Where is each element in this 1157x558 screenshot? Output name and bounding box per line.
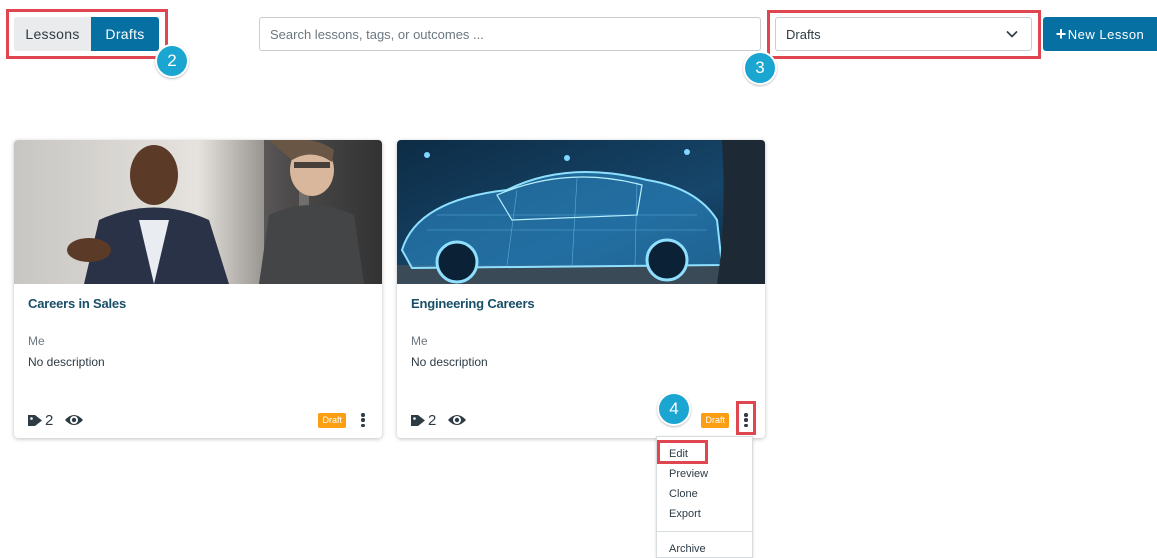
- lesson-card-title[interactable]: Careers in Sales: [28, 296, 126, 311]
- tag-count: 2: [428, 411, 437, 429]
- tag-icon: [28, 414, 42, 426]
- eye-icon[interactable]: [447, 412, 467, 428]
- new-lesson-button[interactable]: + New Lesson: [1043, 17, 1157, 51]
- lesson-card-title[interactable]: Engineering Careers: [411, 296, 535, 311]
- step-callout-4: 4: [657, 392, 691, 426]
- lessons-drafts-toggle: Lessons Drafts: [14, 17, 159, 51]
- status-badge: Draft: [318, 412, 346, 428]
- menu-item-edit[interactable]: Edit: [669, 448, 688, 460]
- tag-icon: [411, 414, 425, 426]
- lesson-card-description: No description: [411, 355, 488, 369]
- menu-item-export[interactable]: Export: [669, 508, 701, 520]
- menu-item-archive[interactable]: Archive: [669, 543, 706, 555]
- drafts-toggle-button[interactable]: Drafts: [91, 17, 159, 51]
- lesson-card-image: [397, 140, 765, 284]
- status-filter-value: Drafts: [786, 26, 821, 42]
- lesson-card-footer: 2 Draft: [28, 410, 370, 430]
- lesson-card-image: [14, 140, 382, 284]
- chevron-down-icon: [1006, 30, 1018, 38]
- tag-count: 2: [45, 411, 54, 429]
- eye-icon[interactable]: [64, 412, 84, 428]
- lesson-card[interactable]: Careers in Sales Me No description 2 Dra…: [14, 140, 382, 438]
- lessons-toggle-button[interactable]: Lessons: [14, 17, 91, 51]
- plus-icon: +: [1055, 24, 1067, 44]
- card-actions-menu: Edit Preview Clone Export Archive: [656, 436, 753, 558]
- lessons-page: Lessons Drafts 2 Drafts 3 + New Lesson: [0, 0, 1157, 558]
- more-options-icon[interactable]: [739, 411, 753, 429]
- lesson-card-footer: 2 Draft: [411, 410, 753, 430]
- menu-item-preview[interactable]: Preview: [669, 468, 708, 480]
- new-lesson-label: New Lesson: [1067, 26, 1145, 42]
- menu-item-clone[interactable]: Clone: [669, 488, 698, 500]
- status-badge: Draft: [701, 412, 729, 428]
- status-filter-select[interactable]: Drafts: [775, 17, 1032, 51]
- step-callout-3: 3: [743, 51, 777, 85]
- lesson-card[interactable]: Engineering Careers Me No description 2 …: [397, 140, 765, 438]
- lesson-card-description: No description: [28, 355, 105, 369]
- step-callout-2: 2: [155, 44, 189, 78]
- search-input[interactable]: [259, 17, 761, 51]
- menu-divider: [657, 531, 752, 532]
- lesson-card-author: Me: [28, 334, 45, 348]
- more-options-icon[interactable]: [356, 411, 370, 429]
- lesson-card-author: Me: [411, 334, 428, 348]
